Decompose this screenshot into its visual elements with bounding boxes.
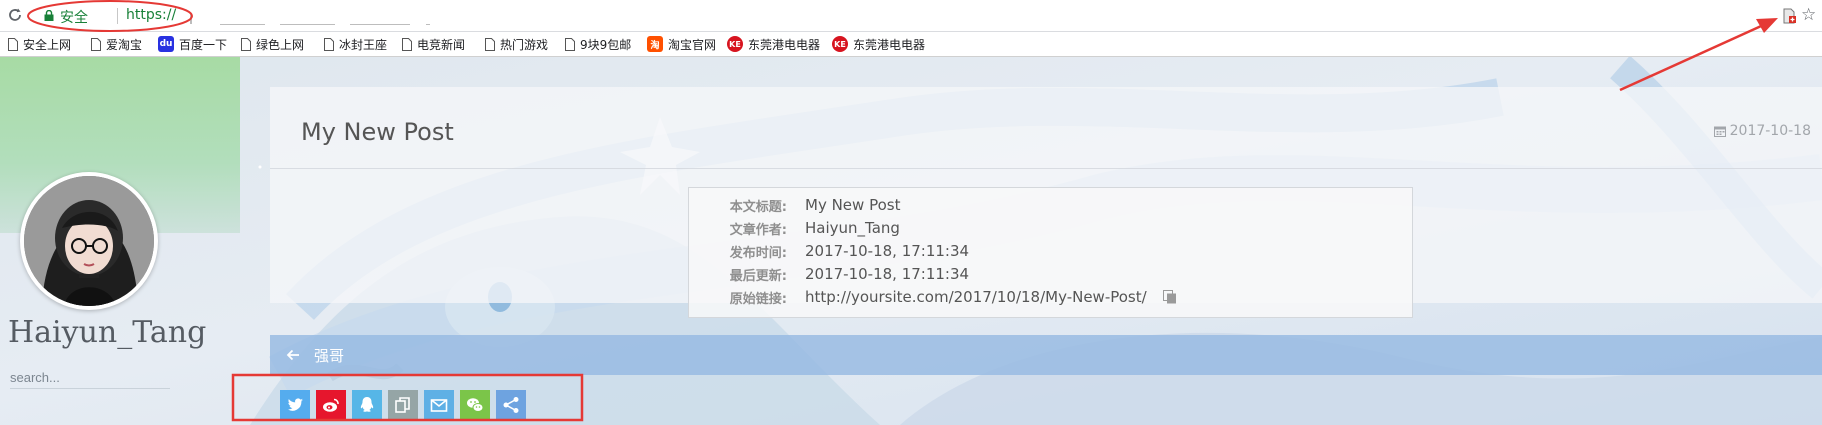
bookmark-item[interactable]: 冰封王座 (324, 32, 387, 56)
post-date: 2017-10-18 (1713, 123, 1811, 139)
weibo-icon (323, 398, 339, 412)
share-wechat-button[interactable] (460, 390, 490, 420)
taobao-icon: 淘 (647, 36, 663, 52)
bookmark-item[interactable]: KE 东莞港电电器 (727, 32, 820, 56)
share-copy-button[interactable] (388, 390, 418, 420)
wechat-icon (467, 398, 484, 412)
copyright-value: Haiyun_Tang (805, 219, 900, 237)
copyright-row: 本文标题: My New Post (689, 195, 901, 215)
share-icon (503, 397, 519, 413)
share-twitter-button[interactable] (280, 390, 310, 420)
address-bar[interactable]: 安全 https:// ☆ (0, 0, 1822, 32)
share-qq-button[interactable] (352, 390, 382, 420)
copyright-value: 2017-10-18, 17:11:34 (805, 242, 970, 260)
page-icon (402, 37, 412, 51)
baidu-icon: du (158, 36, 174, 52)
bookmark-label: 冰封王座 (339, 37, 388, 52)
copyright-value: My New Post (805, 196, 901, 214)
bookmark-item[interactable]: 绿色上网 (241, 32, 304, 56)
copyright-label: 文章作者: (729, 222, 787, 238)
page-icon (324, 37, 334, 51)
bookmark-label: 东莞港电电器 (853, 37, 926, 52)
ke-icon: KE (832, 36, 848, 52)
copy-icon (395, 397, 410, 413)
bookmark-item[interactable]: 淘 淘宝官网 (647, 32, 716, 56)
qq-icon (360, 397, 374, 412)
prev-post-title: 强哥 (314, 346, 345, 365)
share-weibo-button[interactable] (316, 390, 346, 420)
post-title[interactable]: My New Post (301, 118, 454, 146)
avatar[interactable] (20, 172, 158, 310)
copyright-label: 本文标题: (729, 199, 787, 215)
page-icon (565, 37, 575, 51)
copyright-row: 发布时间: 2017-10-18, 17:11:34 (689, 241, 969, 261)
bookmark-label: 9块9包邮 (580, 37, 632, 52)
bookmark-item[interactable]: 爱淘宝 (91, 32, 142, 56)
page-icon (241, 37, 251, 51)
blog-author-name[interactable]: Haiyun_Tang (8, 315, 206, 350)
calendar-icon (1713, 126, 1726, 137)
bookmark-label: 东莞港电电器 (748, 37, 821, 52)
twitter-icon (287, 398, 303, 411)
copyright-row: 原始链接: http://yoursite.com/2017/10/18/My-… (689, 287, 1177, 307)
sidebar: Haiyun_Tang (0, 57, 240, 425)
bookmark-label: 爱淘宝 (106, 37, 143, 52)
arrow-left-icon (286, 349, 299, 361)
avatar-portrait (24, 176, 154, 306)
bookmark-item[interactable]: 安全上网 (8, 32, 71, 56)
copyright-value: 2017-10-18, 17:11:34 (805, 265, 970, 283)
copyright-label: 最后更新: (729, 268, 787, 284)
bookmark-star-icon[interactable]: ☆ (1801, 5, 1816, 25)
bookmark-label: 热门游戏 (500, 37, 549, 52)
url-text[interactable]: https:// (126, 7, 176, 23)
bookmark-item[interactable]: 9块9包邮 (565, 32, 631, 56)
bookmark-item[interactable]: KE 东莞港电电器 (832, 32, 925, 56)
bookmark-item[interactable]: du 百度一下 (158, 32, 227, 56)
url-divider (117, 8, 118, 24)
page-icon (485, 37, 495, 51)
url-redacted (190, 14, 440, 26)
bookmark-label: 淘宝官网 (668, 37, 717, 52)
copyright-label: 原始链接: (729, 291, 787, 307)
ke-icon: KE (727, 36, 743, 52)
bookmark-label: 电竞新闻 (417, 37, 466, 52)
share-email-button[interactable] (424, 390, 454, 420)
post-date-text: 2017-10-18 (1729, 123, 1811, 139)
original-link[interactable]: http://yoursite.com/2017/10/18/My-New-Po… (805, 288, 1147, 306)
email-icon (430, 399, 448, 412)
bookmark-label: 绿色上网 (256, 37, 305, 52)
bookmark-label: 百度一下 (179, 37, 228, 52)
search-input[interactable] (10, 367, 170, 389)
bookmark-label: 安全上网 (23, 37, 72, 52)
post-header: My New Post 2017-10-18 (270, 87, 1822, 169)
reload-icon[interactable] (6, 6, 24, 24)
share-more-button[interactable] (496, 390, 526, 420)
page-viewport: Haiyun_Tang My New Post 2017-10-18 本文标题:… (0, 57, 1822, 425)
bookmark-item[interactable]: 电竞新闻 (402, 32, 465, 56)
copyright-row: 文章作者: Haiyun_Tang (689, 218, 900, 238)
page-icon (8, 37, 18, 51)
prev-post-link[interactable]: 强哥 (270, 335, 1822, 375)
bookmark-item[interactable]: 热门游戏 (485, 32, 548, 56)
copyright-box: 本文标题: My New Post 文章作者: Haiyun_Tang 发布时间… (688, 187, 1413, 318)
lock-icon (44, 10, 54, 21)
copy-link-icon[interactable] (1162, 290, 1177, 304)
share-buttons (280, 390, 526, 420)
copyright-row: 最后更新: 2017-10-18, 17:11:34 (689, 264, 969, 284)
extension-icon[interactable] (1781, 8, 1797, 24)
bookmarks-bar: 安全上网 爱淘宝 du 百度一下 绿色上网 冰封王座 电竞新闻 热门游戏 9块9… (0, 32, 1822, 57)
page-icon (91, 37, 101, 51)
copyright-label: 发布时间: (729, 245, 787, 261)
secure-label: 安全 (60, 10, 88, 26)
